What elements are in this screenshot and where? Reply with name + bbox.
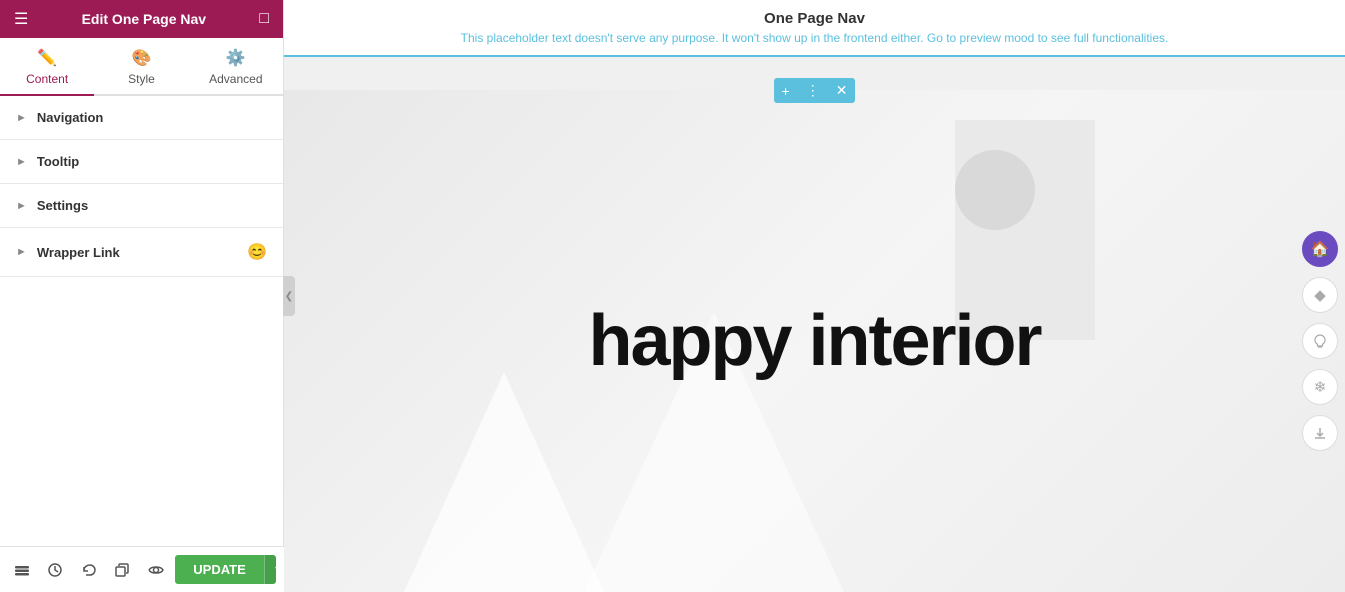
chevron-tooltip-icon: ► [16,156,27,168]
accordion-settings-header[interactable]: ► Settings [0,184,283,227]
widget-toolbar: + ⋮ ✕ [774,78,856,103]
accordion-tooltip: ► Tooltip [0,140,283,184]
update-arrow-button[interactable]: ▼ [264,555,276,584]
right-nav-home[interactable]: 🏠 [1302,231,1338,267]
widget-close-button[interactable]: ✕ [828,78,856,103]
duplicate-button[interactable] [108,554,135,586]
tab-content[interactable]: ✏️ Content [0,38,94,96]
grid-icon[interactable]: □ [259,10,269,28]
hero-text: happy interior [588,300,1040,382]
tab-content-label: Content [26,72,68,86]
tab-advanced[interactable]: ⚙️ Advanced [189,38,283,96]
wrapper-link-emoji: 😊 [247,242,267,262]
accordion-tooltip-label: Tooltip [37,154,79,169]
undo-button[interactable] [75,554,102,586]
right-nav-bulb[interactable] [1302,323,1338,359]
update-button[interactable]: UPDATE [175,555,263,584]
accordion-wrapper-link: ► Wrapper Link 😊 [0,228,283,277]
history-button[interactable] [41,554,68,586]
tab-style-label: Style [128,72,155,86]
tab-advanced-label: Advanced [209,72,262,86]
accordion-tooltip-header[interactable]: ► Tooltip [0,140,283,183]
style-icon: 🎨 [132,48,152,68]
accordion-settings: ► Settings [0,184,283,228]
advanced-icon: ⚙️ [226,48,246,68]
left-panel: ☰ Edit One Page Nav □ ✏️ Content 🎨 Style… [0,0,284,592]
collapse-handle[interactable]: ❮ [283,276,295,316]
bottom-toolbar: UPDATE ▼ [0,546,284,592]
accordion-navigation-header[interactable]: ► Navigation [0,96,283,139]
layers-button[interactable] [8,554,35,586]
accordion-wrapper-label: Wrapper Link [37,245,120,260]
accordion-wrapper-link-header[interactable]: ► Wrapper Link 😊 [0,228,283,276]
chevron-wrapper-icon: ► [16,246,27,258]
panel-tabs: ✏️ Content 🎨 Style ⚙️ Advanced [0,38,283,96]
right-nav-download[interactable] [1302,415,1338,451]
deco-triangle-left [404,372,604,592]
panel-title: Edit One Page Nav [82,11,206,27]
update-btn-wrapper: UPDATE ▼ [175,555,276,584]
right-nav-diamond[interactable]: ◆ [1302,277,1338,313]
main-content: One Page Nav This placeholder text doesn… [284,0,1345,592]
chevron-settings-icon: ► [16,200,27,212]
main-top-bar: One Page Nav This placeholder text doesn… [284,0,1345,57]
widget-move-button[interactable]: ⋮ [798,78,828,103]
accordion-navigation-label: Navigation [37,110,103,125]
content-icon: ✏️ [37,48,57,68]
accordion-settings-label: Settings [37,198,88,213]
widget-add-button[interactable]: + [774,79,798,103]
chevron-navigation-icon: ► [16,112,27,124]
hero-section: happy interior [284,90,1345,592]
placeholder-text: This placeholder text doesn't serve any … [300,31,1329,45]
menu-icon[interactable]: ☰ [14,9,28,29]
eye-button[interactable] [142,554,169,586]
widget-title: One Page Nav [300,10,1329,27]
right-nav-snowflake[interactable]: ❄ [1302,369,1338,405]
deco-circle [955,150,1035,230]
accordion-navigation: ► Navigation [0,96,283,140]
panel-header: ☰ Edit One Page Nav □ [0,0,283,38]
right-nav: 🏠 ◆ ❄ [1295,90,1345,592]
tab-style[interactable]: 🎨 Style [94,38,188,96]
